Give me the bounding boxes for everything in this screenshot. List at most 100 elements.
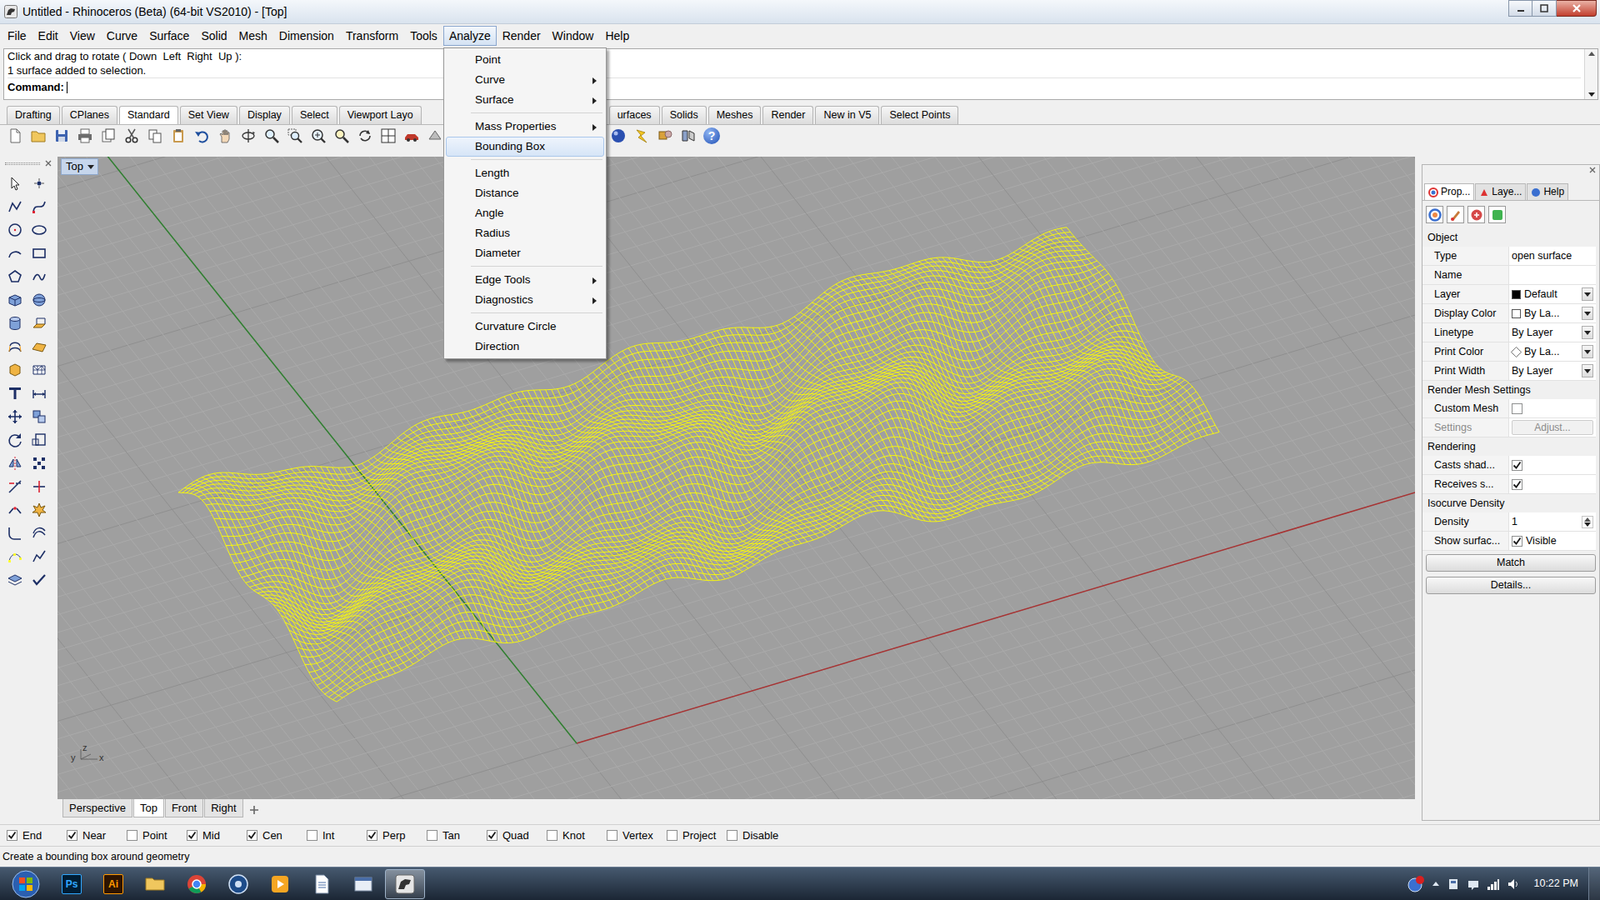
menu-item[interactable]: Mesh — [233, 25, 274, 46]
show-desktop-button[interactable] — [1588, 867, 1600, 900]
tool-button[interactable] — [28, 454, 50, 473]
tool-button[interactable] — [4, 267, 26, 286]
panel-page-button[interactable] — [1446, 205, 1465, 224]
osnap-option[interactable]: Mid — [186, 827, 247, 845]
viewport-title[interactable]: Top — [60, 158, 99, 175]
toolbar-button[interactable] — [655, 126, 675, 145]
dropdown-button[interactable] — [1581, 306, 1594, 320]
toolbar-tab[interactable]: Display — [239, 105, 290, 125]
checkbox[interactable] — [366, 830, 378, 841]
toolbar-button[interactable] — [331, 126, 352, 145]
tool-button[interactable] — [4, 477, 26, 496]
clock[interactable]: 10:22 PM — [1533, 875, 1579, 892]
tool-button[interactable] — [28, 244, 50, 263]
menu-item[interactable]: Bounding Box — [445, 136, 605, 157]
toolbar-tab[interactable]: Meshes — [708, 105, 762, 125]
menu-item[interactable]: Edge Tools — [445, 270, 605, 290]
menu-item[interactable]: Analyze — [443, 25, 497, 46]
panel-page-button[interactable] — [1467, 205, 1485, 224]
viewport-tab[interactable]: Front — [165, 799, 204, 818]
maximize-button[interactable] — [1532, 0, 1557, 17]
network-icon[interactable] — [1486, 877, 1500, 891]
toolbar-tab[interactable]: Select — [291, 105, 338, 125]
panel-tab[interactable]: Help — [1526, 183, 1569, 200]
dropdown-button[interactable] — [1581, 364, 1594, 378]
tool-button[interactable] — [28, 477, 50, 496]
tool-button[interactable] — [28, 570, 50, 590]
osnap-option[interactable]: Cen — [246, 827, 307, 845]
checkbox[interactable] — [306, 830, 318, 841]
tool-button[interactable] — [4, 290, 26, 310]
checkbox[interactable] — [606, 830, 618, 841]
tool-button[interactable] — [4, 174, 26, 193]
toolbar-grip[interactable] — [5, 162, 40, 165]
taskbar-app[interactable]: Ai — [93, 869, 134, 900]
tool-button[interactable] — [28, 220, 50, 240]
checkbox[interactable] — [486, 830, 498, 841]
panel-page-button[interactable] — [1488, 205, 1506, 224]
panel-tab[interactable]: Laye... — [1475, 183, 1526, 200]
dropdown-value[interactable]: By Layer — [1511, 325, 1553, 340]
toolbar-button[interactable] — [145, 126, 165, 145]
checkbox[interactable] — [726, 830, 738, 841]
tool-button[interactable] — [28, 547, 50, 566]
property-text[interactable]: open surface — [1511, 249, 1572, 263]
tool-button[interactable] — [28, 500, 50, 520]
taskbar-app[interactable] — [385, 869, 425, 900]
toolbar-button[interactable] — [355, 126, 375, 145]
toolbar-button[interactable] — [51, 126, 72, 145]
tool-button[interactable] — [4, 524, 26, 543]
add-viewport-tab[interactable] — [244, 799, 265, 821]
close-button[interactable] — [1556, 0, 1597, 17]
menu-item[interactable]: Window — [546, 25, 600, 46]
tool-button[interactable] — [4, 384, 26, 403]
close-panel-icon[interactable] — [1589, 166, 1596, 174]
toolbar-tab[interactable]: New in V5 — [815, 105, 880, 125]
tool-button[interactable] — [4, 360, 26, 380]
menu-item[interactable]: Transform — [340, 25, 405, 46]
osnap-option[interactable]: Knot — [546, 827, 607, 845]
menu-item[interactable]: Point — [445, 50, 605, 70]
minimize-button[interactable] — [1508, 0, 1533, 17]
menu-item[interactable]: Distance — [445, 183, 605, 204]
menu-item[interactable]: Surface — [143, 25, 195, 46]
checkbox[interactable] — [186, 830, 198, 841]
menu-item[interactable]: Dimension — [273, 25, 340, 46]
panel-page-button[interactable] — [1425, 205, 1444, 224]
command-input[interactable]: Command: — [7, 77, 1581, 96]
menu-item[interactable]: Curve — [100, 25, 144, 46]
checkbox[interactable] — [546, 830, 558, 841]
toolbar-button[interactable] — [285, 126, 305, 145]
toolbar-button[interactable] — [168, 126, 189, 145]
toolbar-tab[interactable]: Standard — [119, 105, 179, 125]
toolbar-tab[interactable]: Viewport Layo — [339, 105, 422, 125]
osnap-option[interactable]: Point — [126, 827, 187, 845]
menu-item[interactable]: File — [1, 25, 33, 46]
checkbox[interactable] — [1511, 535, 1523, 547]
start-button[interactable] — [0, 870, 52, 899]
panel-button[interactable]: Match — [1425, 554, 1596, 572]
close-toolbar-icon[interactable] — [45, 160, 52, 167]
dropdown-button[interactable] — [1581, 345, 1594, 359]
osnap-option[interactable]: Quad — [486, 827, 547, 845]
dropdown-button[interactable] — [1581, 325, 1594, 340]
checkbox[interactable] — [1511, 479, 1523, 490]
checkbox[interactable] — [126, 830, 138, 841]
viewport-tab[interactable]: Top — [133, 799, 165, 818]
checkbox[interactable] — [246, 830, 258, 841]
checkbox[interactable] — [1511, 460, 1523, 471]
toolbar-button[interactable] — [425, 126, 441, 145]
spin-up-icon[interactable] — [1584, 517, 1591, 522]
menu-item[interactable]: Tools — [404, 25, 444, 46]
tool-button[interactable] — [4, 244, 26, 263]
toolbar-tab[interactable]: Set View — [180, 105, 238, 125]
surface-wireframe[interactable] — [178, 227, 1220, 702]
tool-button[interactable] — [4, 407, 26, 426]
flag-icon[interactable] — [1466, 877, 1480, 891]
spin-buttons[interactable] — [1581, 515, 1594, 529]
toolbar-button[interactable] — [191, 126, 212, 145]
menu-item[interactable]: Curvature Circle — [445, 316, 605, 337]
scroll-down-icon[interactable] — [1588, 92, 1595, 97]
taskbar-app[interactable]: Ps — [51, 869, 92, 900]
show-hidden-icons-icon[interactable] — [1431, 880, 1440, 889]
